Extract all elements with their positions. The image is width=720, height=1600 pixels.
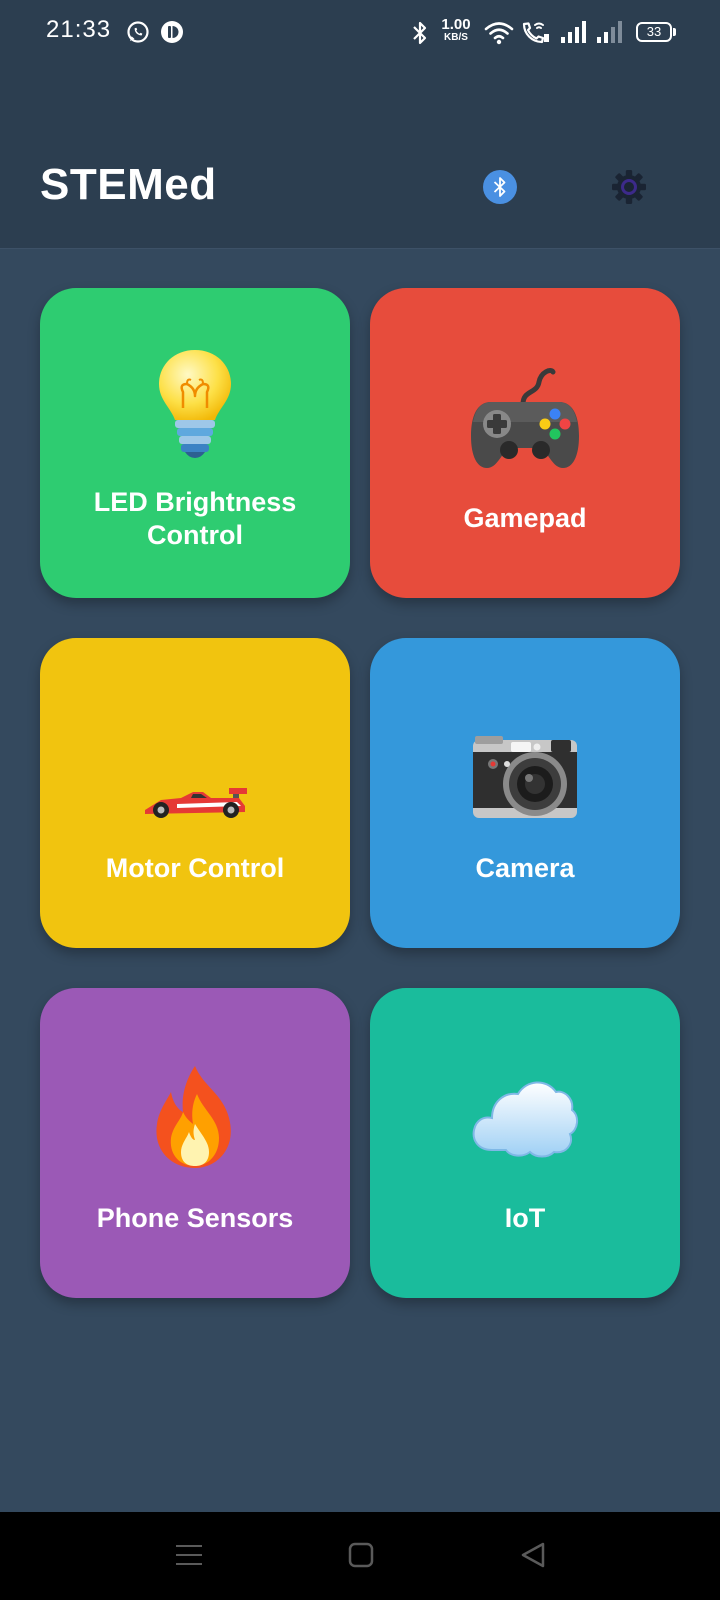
bluetooth-status-icon xyxy=(413,21,427,45)
battery-indicator: 33 xyxy=(636,22,676,42)
network-speed: 1.00 KB/S xyxy=(441,16,471,43)
app-screen: 21:33 1.00 KB/S 33 STEMed LED Brightness… xyxy=(0,0,720,1600)
wifi-calling-icon xyxy=(522,22,549,44)
status-bar: 21:33 1.00 KB/S 33 xyxy=(0,0,720,64)
light-bulb-icon xyxy=(159,350,231,458)
tile-label: Phone Sensors xyxy=(96,1203,294,1233)
bluetooth-button[interactable] xyxy=(483,170,517,204)
bluetooth-icon xyxy=(493,177,506,197)
fire-icon xyxy=(156,1066,231,1168)
tile-label: Gamepad xyxy=(463,503,587,533)
page-title: STEMed xyxy=(40,160,217,209)
race-car-icon xyxy=(145,788,247,818)
app-header: 21:33 1.00 KB/S 33 STEMed xyxy=(0,0,720,249)
gamepad-icon xyxy=(471,367,579,468)
camera-icon xyxy=(473,736,577,818)
app-notification-icon xyxy=(161,21,183,43)
tile-label: LED Brightness Control xyxy=(93,487,297,550)
wifi-icon xyxy=(484,22,514,45)
cloud-icon xyxy=(472,1081,578,1158)
tile-gamepad[interactable]: Gamepad xyxy=(370,288,680,598)
status-time: 21:33 xyxy=(46,16,112,43)
gear-icon[interactable] xyxy=(610,168,648,206)
tile-label: Camera xyxy=(475,853,575,883)
tile-motor-control[interactable]: Motor Control xyxy=(40,638,350,948)
tile-camera[interactable]: Camera xyxy=(370,638,680,948)
tile-phone-sensors[interactable]: Phone Sensors xyxy=(40,988,350,1298)
tile-iot[interactable]: IoT xyxy=(370,988,680,1298)
recent-apps-button[interactable] xyxy=(174,1540,204,1570)
home-button[interactable] xyxy=(346,1540,376,1570)
whatsapp-icon xyxy=(127,21,149,43)
back-button[interactable] xyxy=(518,1540,548,1570)
tile-label: IoT xyxy=(504,1203,546,1233)
signal-strength-icon xyxy=(597,21,622,43)
tile-led-brightness-control[interactable]: LED Brightness Control xyxy=(40,288,350,598)
signal-strength-icon xyxy=(561,21,586,43)
system-navigation-bar xyxy=(0,1512,720,1600)
tile-label: Motor Control xyxy=(105,853,285,883)
